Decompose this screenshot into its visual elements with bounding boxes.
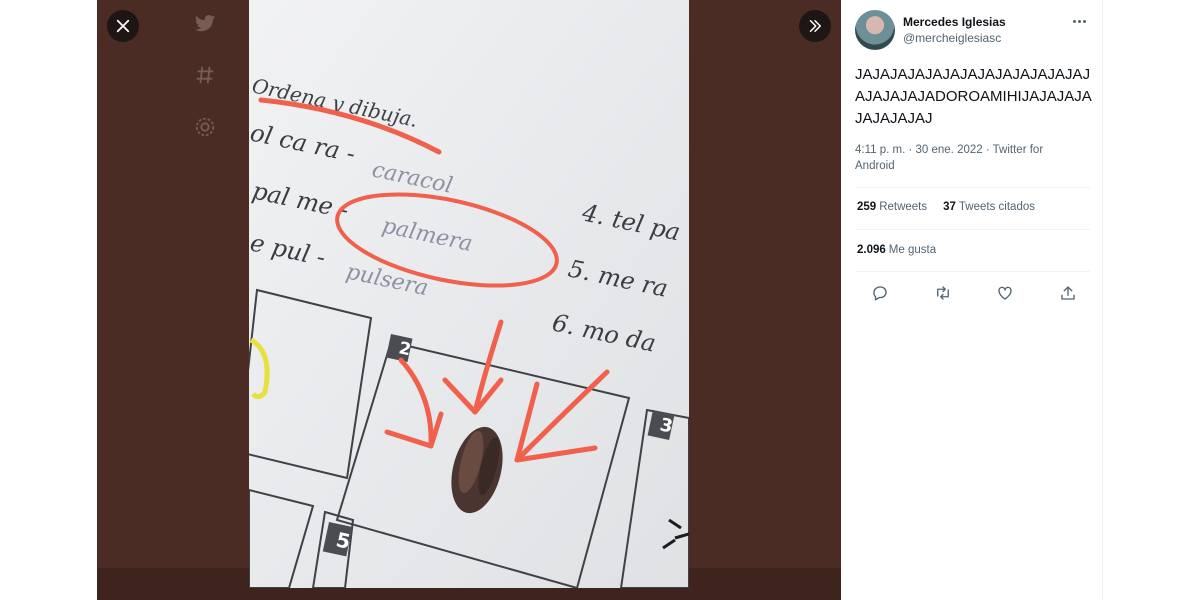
media-viewer: Ordena y dibuja. ol ca ra - caracol pal … <box>97 0 841 600</box>
divider <box>855 271 1090 272</box>
tweet-meta[interactable]: 4:11 p. m. · 30 ene. 2022 · Twitter for … <box>855 142 1075 174</box>
close-button[interactable] <box>107 10 139 42</box>
tweet-text: JAJAJAJAJAJAJAJAJAJAJAJAJAJAJAJAJAJADORO… <box>855 66 1092 127</box>
likes-stats: 2.096 Me gusta <box>857 244 936 256</box>
settings-icon <box>195 117 215 137</box>
tweet-photo[interactable]: Ordena y dibuja. ol ca ra - caracol pal … <box>249 0 689 588</box>
tweet-actions <box>869 282 1079 304</box>
background-nav <box>193 12 217 138</box>
share-button[interactable] <box>1057 282 1079 304</box>
retweets-stat[interactable]: 259 Retweets <box>857 201 927 213</box>
chevron-double-right-icon <box>809 20 821 32</box>
author-name[interactable]: Mercedes Iglesias <box>903 14 1006 30</box>
more-dots-icon <box>1072 19 1076 23</box>
hashtag-icon <box>196 66 214 84</box>
tweet-panel: Mercedes Iglesias @mercheiglesiasc JAJAJ… <box>841 0 1103 600</box>
reply-icon <box>873 286 887 301</box>
retweet-icon <box>936 286 949 300</box>
retweet-button[interactable] <box>932 282 954 304</box>
like-icon <box>998 286 1012 300</box>
reply-button[interactable] <box>869 282 891 304</box>
share-icon <box>1061 286 1075 300</box>
divider <box>855 187 1090 188</box>
author-handle[interactable]: @mercheiglesiasc <box>903 30 1006 46</box>
worksheet-photo: Ordena y dibuja. ol ca ra - caracol pal … <box>249 0 689 588</box>
engagement-stats: 259 Retweets 37 Tweets citados <box>857 201 1035 213</box>
tweet-author[interactable]: Mercedes Iglesias @mercheiglesiasc <box>855 10 1006 50</box>
divider <box>855 229 1090 230</box>
close-icon <box>116 19 130 33</box>
likes-stat[interactable]: 2.096 Me gusta <box>857 244 936 256</box>
quotes-stat[interactable]: 37 Tweets citados <box>943 201 1035 213</box>
expand-panel-button[interactable] <box>799 10 831 42</box>
more-options-button[interactable] <box>1070 12 1088 30</box>
like-button[interactable] <box>994 282 1016 304</box>
twitter-bird-icon <box>194 15 216 32</box>
avatar[interactable] <box>855 10 895 50</box>
